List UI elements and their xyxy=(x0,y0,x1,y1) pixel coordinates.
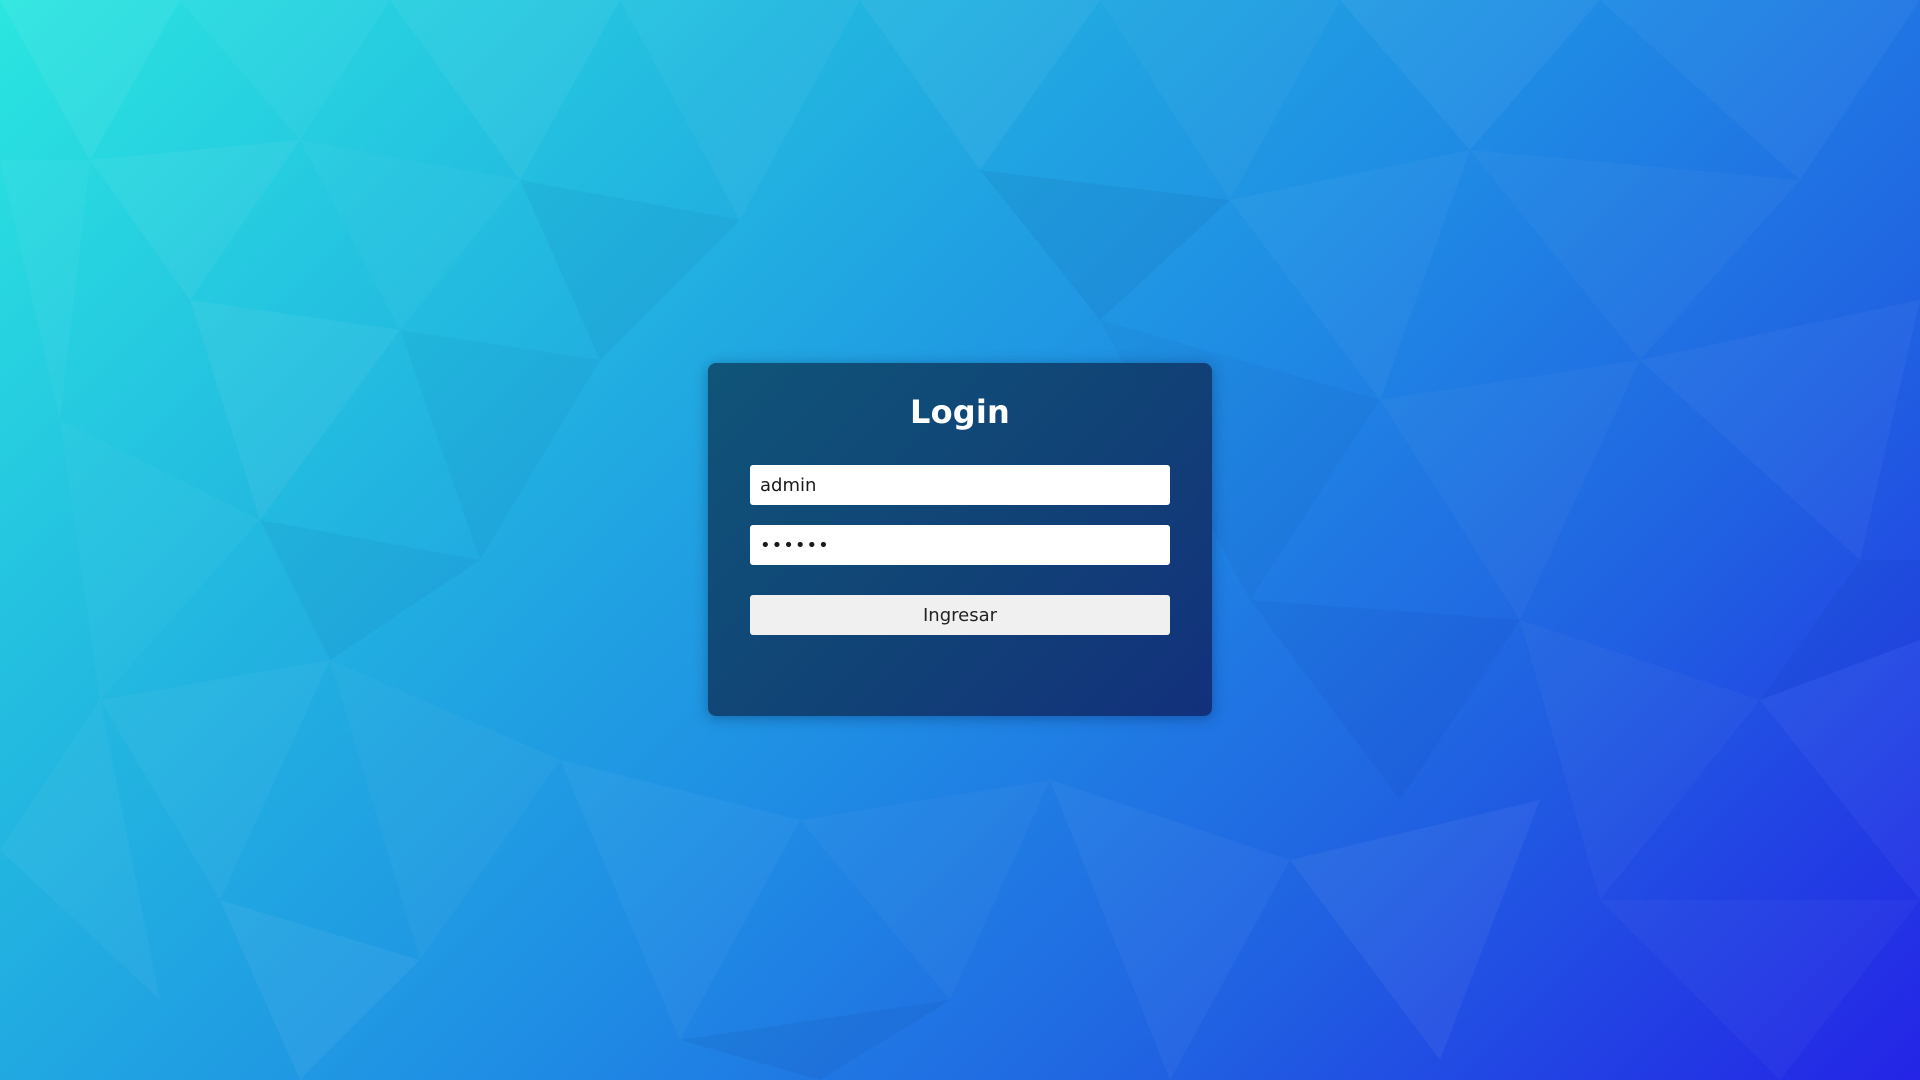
ingresar-button[interactable]: Ingresar xyxy=(750,595,1170,635)
login-card: Login Ingresar xyxy=(708,363,1212,716)
login-title: Login xyxy=(909,393,1011,431)
username-input[interactable] xyxy=(750,465,1170,505)
password-input[interactable] xyxy=(750,525,1170,565)
